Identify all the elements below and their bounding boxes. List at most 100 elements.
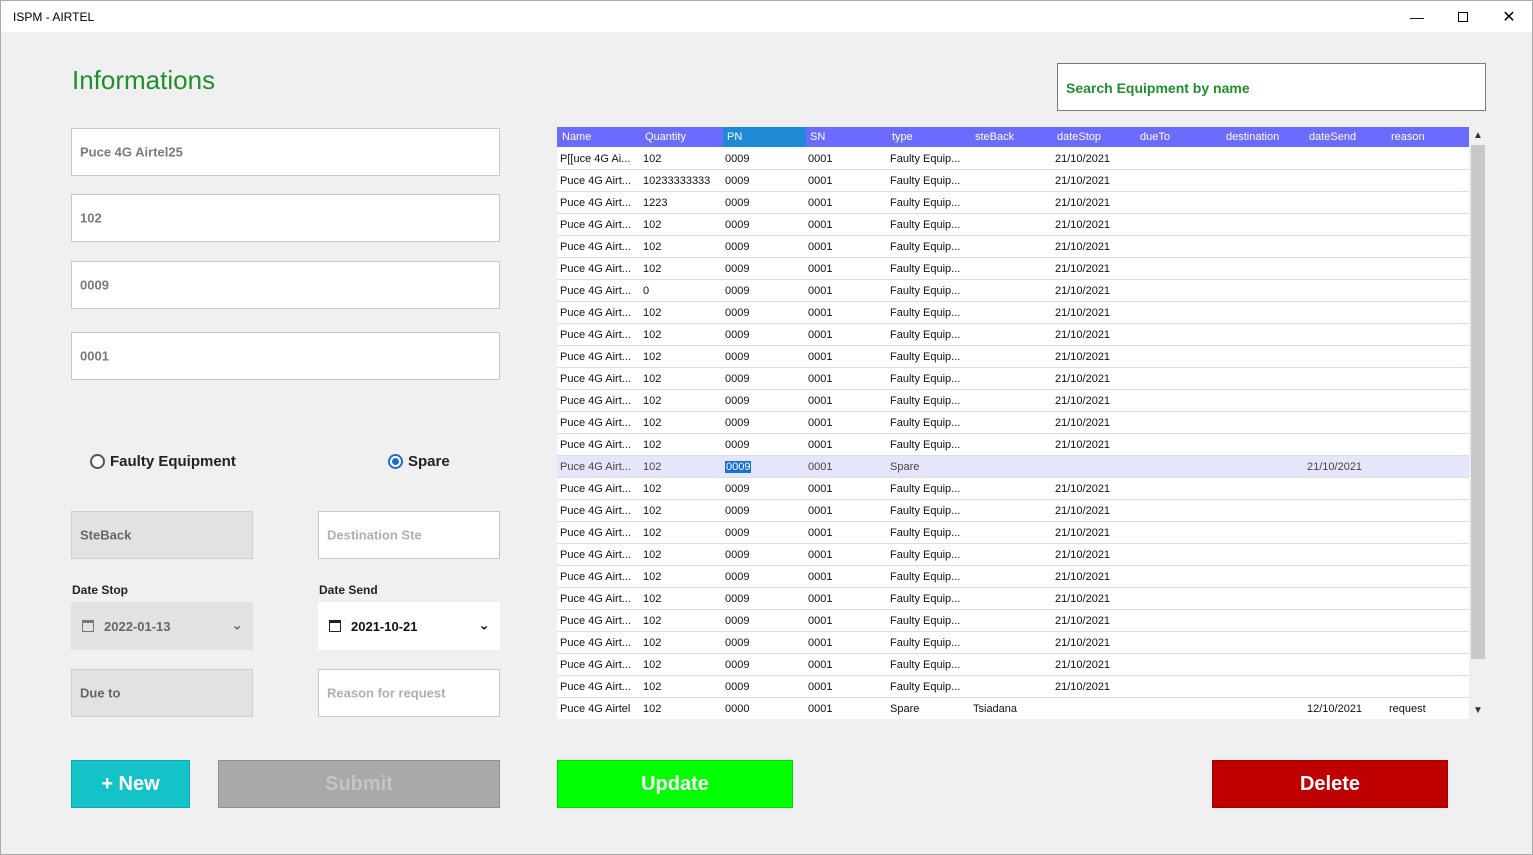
column-header-sn[interactable]: SN	[810, 131, 825, 143]
table-cell-datestop: 21/10/2021	[1055, 417, 1111, 429]
table-row[interactable]: Puce 4G Airt... 102 0009 0001 Faulty Equip..…	[557, 214, 1469, 236]
scroll-up-icon[interactable]: ▲	[1470, 130, 1486, 141]
column-header-type[interactable]: type	[892, 131, 913, 143]
date-stop-picker[interactable]: 2022-01-13 ⌄	[71, 602, 253, 650]
radio-faulty-equipment[interactable]: Faulty Equipment	[90, 453, 236, 470]
sn-field[interactable]: 0001	[71, 332, 500, 380]
table-cell-type: Faulty Equip...	[890, 307, 961, 319]
table-cell-type: Faulty Equip...	[890, 505, 961, 517]
quantity-value: 102	[80, 210, 102, 226]
column-header-datestop[interactable]: dateStop	[1057, 131, 1101, 143]
table-row[interactable]: Puce 4G Airtel 102 0000 0001 Spare Tsiadana 12…	[557, 698, 1469, 719]
minimize-icon: —	[1410, 8, 1424, 25]
delete-button[interactable]: Delete	[1212, 760, 1448, 808]
column-header-destination[interactable]: destination	[1226, 131, 1279, 143]
column-header-pn[interactable]: PN	[727, 131, 742, 143]
scrollbar-thumb[interactable]	[1471, 145, 1485, 659]
table-row[interactable]: Puce 4G Airt... 102 0009 0001 Faulty Equip..…	[557, 258, 1469, 280]
table-cell-datestop: 21/10/2021	[1055, 153, 1111, 165]
maximize-button[interactable]	[1440, 1, 1486, 32]
new-button[interactable]: + New	[71, 760, 190, 808]
table-cell-datestop: 21/10/2021	[1055, 329, 1111, 341]
column-header-quantity[interactable]: Quantity	[645, 131, 686, 143]
column-header-reason[interactable]: reason	[1391, 131, 1425, 143]
table-cell-type: Faulty Equip...	[890, 637, 961, 649]
name-field[interactable]: Puce 4G Airtel25	[71, 128, 500, 176]
table-cell-name: Puce 4G Airtel	[560, 703, 631, 715]
table-cell-quantity: 102	[643, 549, 662, 561]
table-row[interactable]: Puce 4G Airt... 102 0009 0001 Spare 21/10/202…	[557, 456, 1469, 478]
radio-unchecked-icon	[90, 454, 105, 469]
column-header-datesend[interactable]: dateSend	[1309, 131, 1356, 143]
table-cell-type: Faulty Equip...	[890, 373, 961, 385]
table-cell-type: Faulty Equip...	[890, 241, 961, 253]
table-row[interactable]: Puce 4G Airt... 102 0009 0001 Faulty Equip..…	[557, 676, 1469, 698]
submit-button[interactable]: Submit	[218, 760, 500, 808]
table-row[interactable]: Puce 4G Airt... 102 0009 0001 Faulty Equip..…	[557, 412, 1469, 434]
table-cell-pn: 0009	[725, 307, 750, 319]
table-row[interactable]: Puce 4G Airt... 102 0009 0001 Faulty Equip..…	[557, 390, 1469, 412]
table-cell-type: Spare	[890, 703, 920, 715]
table-cell-reason: request	[1389, 703, 1426, 715]
table-cell-datesend: 21/10/2021	[1307, 461, 1363, 473]
table-cell-quantity: 102	[643, 329, 662, 341]
destination-field[interactable]: Destination Ste	[318, 511, 500, 559]
table-cell-datestop: 21/10/2021	[1055, 593, 1111, 605]
pn-field[interactable]: 0009	[71, 261, 500, 309]
update-button[interactable]: Update	[557, 760, 793, 808]
column-header-dueto[interactable]: dueTo	[1140, 131, 1170, 143]
table-row[interactable]: Puce 4G Airt... 102 0009 0001 Faulty Equip..…	[557, 324, 1469, 346]
table-row[interactable]: Puce 4G Airt... 102 0009 0001 Faulty Equip..…	[557, 500, 1469, 522]
search-input[interactable]: Search Equipment by name	[1057, 63, 1486, 111]
app-window: ISPM - AIRTEL — ✕ Informations Puce 4G A…	[0, 0, 1533, 855]
table-cell-datestop: 21/10/2021	[1055, 527, 1111, 539]
table-row[interactable]: Puce 4G Airt... 102 0009 0001 Faulty Equip..…	[557, 632, 1469, 654]
table-cell-name: Puce 4G Airt...	[560, 197, 631, 209]
table-cell-type: Faulty Equip...	[890, 285, 961, 297]
table-row[interactable]: Puce 4G Airt... 102 0009 0001 Faulty Equip..…	[557, 566, 1469, 588]
table-row[interactable]: Puce 4G Airt... 102 0009 0001 Faulty Equip..…	[557, 544, 1469, 566]
table-cell-type: Faulty Equip...	[890, 527, 961, 539]
table-row[interactable]: Puce 4G Airt... 102 0009 0001 Faulty Equip..…	[557, 522, 1469, 544]
table-row[interactable]: Puce 4G Airt... 102 0009 0001 Faulty Equip..…	[557, 588, 1469, 610]
table-cell-quantity: 102	[643, 351, 662, 363]
table-row[interactable]: Puce 4G Airt... 102 0009 0001 Faulty Equip..…	[557, 654, 1469, 676]
column-header-steback[interactable]: steBack	[975, 131, 1014, 143]
table-row[interactable]: Puce 4G Airt... 102 0009 0001 Faulty Equip..…	[557, 610, 1469, 632]
date-send-picker[interactable]: 2021-10-21 ⌄	[318, 602, 500, 650]
table-header: Name Quantity PN SN type steBack dateStop dueTo…	[557, 127, 1469, 147]
quantity-field[interactable]: 102	[71, 194, 500, 242]
table-row[interactable]: Puce 4G Airt... 102 0009 0001 Faulty Equip..…	[557, 478, 1469, 500]
steback-field[interactable]: SteBack	[71, 511, 253, 559]
table-row[interactable]: Puce 4G Airt... 0 0009 0001 Faulty Equip... 2…	[557, 280, 1469, 302]
table-cell-quantity: 0	[643, 285, 650, 297]
due-to-field[interactable]: Due to	[71, 669, 253, 717]
table-cell-datestop: 21/10/2021	[1055, 549, 1111, 561]
table-cell-pn: 0009	[725, 527, 750, 539]
calendar-icon	[329, 620, 341, 632]
table-cell-datestop: 21/10/2021	[1055, 307, 1111, 319]
table-cell-quantity: 102	[643, 461, 662, 473]
table-scrollbar[interactable]: ▲ ▼	[1470, 127, 1486, 719]
table-cell-quantity: 102	[643, 615, 662, 627]
table-cell-pn: 0009	[725, 417, 750, 429]
scroll-down-icon[interactable]: ▼	[1470, 705, 1486, 716]
date-stop-label: Date Stop	[72, 583, 129, 597]
column-header-name[interactable]: Name	[562, 131, 591, 143]
equipment-table[interactable]: Name Quantity PN SN type steBack dateStop dueTo…	[557, 127, 1469, 719]
table-row[interactable]: P[[uce 4G Ai... 102 0009 0001 Faulty Equip..…	[557, 148, 1469, 170]
close-button[interactable]: ✕	[1486, 1, 1532, 32]
table-cell-pn: 0009	[725, 285, 750, 297]
table-row[interactable]: Puce 4G Airt... 1223 0009 0001 Faulty Equip.…	[557, 192, 1469, 214]
reason-field[interactable]: Reason for request	[318, 669, 500, 717]
table-row[interactable]: Puce 4G Airt... 102 0009 0001 Faulty Equip..…	[557, 302, 1469, 324]
table-row[interactable]: Puce 4G Airt... 102 0009 0001 Faulty Equip..…	[557, 434, 1469, 456]
table-row[interactable]: Puce 4G Airt... 102 0009 0001 Faulty Equip..…	[557, 236, 1469, 258]
table-row[interactable]: Puce 4G Airt... 102 0009 0001 Faulty Equip..…	[557, 346, 1469, 368]
minimize-button[interactable]: —	[1394, 1, 1440, 32]
table-row[interactable]: Puce 4G Airt... 10233333333 0009 0001 Faulty…	[557, 170, 1469, 192]
search-placeholder: Search Equipment by name	[1066, 80, 1250, 96]
radio-spare[interactable]: Spare	[388, 453, 450, 470]
table-row[interactable]: Puce 4G Airt... 102 0009 0001 Faulty Equip..…	[557, 368, 1469, 390]
table-cell-sn: 0001	[808, 329, 833, 341]
